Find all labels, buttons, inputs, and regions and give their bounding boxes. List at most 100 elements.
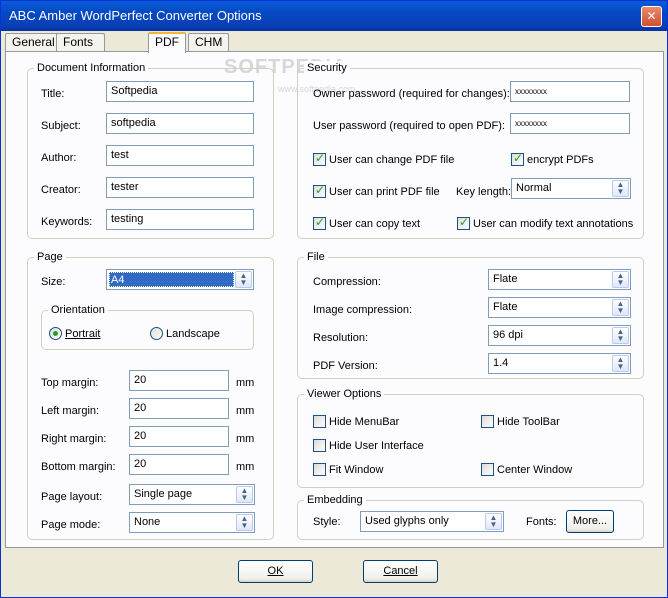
more-fonts-button[interactable]: More...: [566, 510, 614, 533]
chevron-updown-icon[interactable]: ▲ ▼: [612, 180, 629, 197]
tab-chm-hlp[interactable]: CHM & HLP: [188, 33, 230, 81]
chevron-updown-icon[interactable]: ▲ ▼: [612, 327, 629, 344]
print-pdf-checkbox[interactable]: ✓: [313, 183, 326, 198]
check-icon: ✓: [513, 151, 524, 165]
resolution-label: Resolution:: [313, 332, 369, 344]
image-compression-value: Flate: [493, 301, 518, 313]
encrypt-pdfs-checkbox[interactable]: ✓: [511, 151, 524, 166]
bottom-margin-unit: mm: [236, 461, 255, 473]
chevron-updown-icon[interactable]: ▲ ▼: [235, 271, 252, 288]
portrait-radio[interactable]: [49, 327, 62, 340]
hide-toolbar-label[interactable]: Hide ToolBar: [497, 415, 560, 429]
document-information-group: Document Information Title: Softpedia Su…: [27, 61, 274, 239]
check-icon: ✓: [315, 151, 326, 165]
tab-general[interactable]: General: [5, 33, 62, 51]
keywords-input[interactable]: testing: [106, 209, 254, 230]
change-pdf-checkbox[interactable]: ✓: [313, 151, 326, 166]
title-label: Title:: [41, 88, 65, 100]
right-margin-input[interactable]: 20: [129, 426, 229, 447]
compression-select[interactable]: Flate ▲ ▼: [488, 269, 631, 290]
check-icon: ✓: [315, 215, 326, 229]
tab-fonts-and-colors[interactable]: Fonts and Colors: [56, 33, 105, 81]
center-window-checkbox[interactable]: [481, 463, 494, 476]
chevron-updown-icon[interactable]: ▲ ▼: [612, 299, 629, 316]
page-mode-select[interactable]: None ▲ ▼: [129, 512, 255, 533]
creator-label: Creator:: [41, 184, 81, 196]
pdf-version-value: 1.4: [493, 357, 509, 369]
copy-text-checkbox[interactable]: ✓: [313, 215, 326, 230]
resolution-value: 96 dpi: [493, 329, 523, 341]
title-bar[interactable]: ABC Amber WordPerfect Converter Options …: [1, 1, 667, 31]
chevron-updown-icon[interactable]: ▲ ▼: [612, 271, 629, 288]
fit-window-checkbox[interactable]: [313, 463, 326, 476]
fit-window-label[interactable]: Fit Window: [329, 463, 383, 477]
tab-pdf[interactable]: PDF: [148, 32, 186, 53]
hide-menubar-checkbox[interactable]: [313, 415, 326, 428]
cancel-button[interactable]: Cancel: [363, 560, 438, 583]
pdf-version-label: PDF Version:: [313, 360, 378, 372]
key-length-label: Key length:: [456, 186, 512, 198]
landscape-label[interactable]: Landscape: [166, 327, 220, 341]
size-value: A4: [109, 272, 234, 287]
encrypt-pdfs-label[interactable]: encrypt PDFs: [527, 153, 594, 167]
pdf-version-select[interactable]: 1.4 ▲ ▼: [488, 353, 631, 374]
file-title: File: [304, 250, 328, 264]
fonts-label: Fonts:: [526, 516, 557, 528]
chevron-updown-icon[interactable]: ▲ ▼: [485, 513, 502, 530]
hide-user-interface-checkbox[interactable]: [313, 439, 326, 452]
chevron-updown-icon[interactable]: ▲ ▼: [612, 355, 629, 372]
document-information-title: Document Information: [34, 61, 149, 75]
security-title: Security: [304, 61, 350, 75]
bottom-margin-input[interactable]: 20: [129, 454, 229, 475]
security-group: Security Owner password (required for ch…: [297, 61, 644, 239]
hide-menubar-label[interactable]: Hide MenuBar: [329, 415, 399, 429]
check-icon: ✓: [315, 183, 326, 197]
page-layout-select[interactable]: Single page ▲ ▼: [129, 484, 255, 505]
right-margin-label: Right margin:: [41, 433, 107, 445]
chevron-updown-icon[interactable]: ▲ ▼: [236, 486, 253, 503]
center-window-label[interactable]: Center Window: [497, 463, 572, 477]
hide-user-interface-label[interactable]: Hide User Interface: [329, 439, 424, 453]
subject-label: Subject:: [41, 120, 81, 132]
size-label: Size:: [41, 276, 66, 288]
author-input[interactable]: test: [106, 145, 254, 166]
modify-annotations-checkbox[interactable]: ✓: [457, 215, 470, 230]
page-group: Page Size: A4 ▲ ▼ Orientation Portrait La…: [27, 250, 274, 540]
compression-label: Compression:: [313, 276, 381, 288]
bottom-margin-label: Bottom margin:: [41, 461, 116, 473]
key-length-value: Normal: [516, 182, 552, 194]
size-select[interactable]: A4 ▲ ▼: [106, 269, 254, 290]
title-input[interactable]: Softpedia: [106, 81, 254, 102]
left-margin-unit: mm: [236, 405, 255, 417]
owner-password-label: Owner password (required for changes):: [313, 88, 510, 100]
embedding-title: Embedding: [304, 493, 366, 507]
owner-password-input[interactable]: xxxxxxxx: [510, 81, 630, 102]
resolution-select[interactable]: 96 dpi ▲ ▼: [488, 325, 631, 346]
modify-annotations-label[interactable]: User can modify text annotations: [473, 217, 633, 231]
user-password-input[interactable]: xxxxxxxx: [510, 113, 630, 134]
style-label: Style:: [313, 516, 341, 528]
file-group: File Compression: Flate ▲ ▼ Image compres…: [297, 250, 644, 379]
key-length-select[interactable]: Normal ▲ ▼: [511, 178, 631, 199]
change-pdf-label[interactable]: User can change PDF file: [329, 153, 454, 167]
creator-input[interactable]: tester: [106, 177, 254, 198]
landscape-radio[interactable]: [150, 327, 163, 340]
page-title: Page: [34, 250, 66, 264]
ok-button[interactable]: OK: [238, 560, 313, 583]
image-compression-select[interactable]: Flate ▲ ▼: [488, 297, 631, 318]
top-margin-input[interactable]: 20: [129, 370, 229, 391]
copy-text-label[interactable]: User can copy text: [329, 217, 420, 231]
portrait-label[interactable]: Portrait: [65, 327, 100, 341]
subject-input[interactable]: softpedia: [106, 113, 254, 134]
pdf-tab-panel: SOFTPEDIA www.softpedia.com Document Inf…: [5, 51, 664, 548]
left-margin-input[interactable]: 20: [129, 398, 229, 419]
image-compression-label: Image compression:: [313, 304, 413, 316]
embedding-style-select[interactable]: Used glyphs only ▲ ▼: [360, 511, 504, 532]
page-mode-label: Page mode:: [41, 519, 101, 531]
print-pdf-label[interactable]: User can print PDF file: [329, 185, 440, 199]
close-icon[interactable]: ✕: [641, 6, 662, 27]
hide-toolbar-checkbox[interactable]: [481, 415, 494, 428]
top-margin-unit: mm: [236, 377, 255, 389]
chevron-updown-icon[interactable]: ▲ ▼: [236, 514, 253, 531]
top-margin-label: Top margin:: [41, 377, 99, 389]
